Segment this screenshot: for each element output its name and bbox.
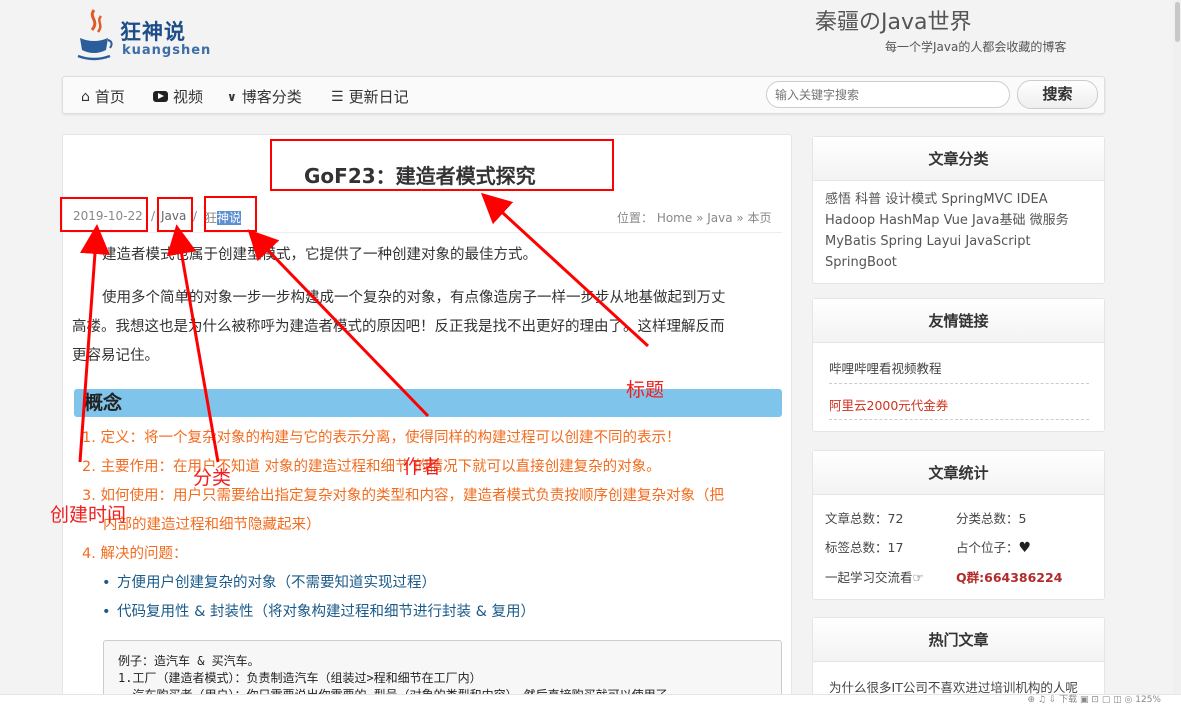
arrow-category <box>166 224 220 463</box>
arrow-date <box>78 224 110 463</box>
scrollbar-thumb[interactable] <box>1175 2 1180 42</box>
annotation-created-label: 创建时间 <box>50 504 127 526</box>
arrow-author <box>247 229 430 418</box>
status-bar: ⊕ ♫ ⇩ 下载 ▣ ⊡ ▢ ◫ ◎ 125% <box>0 694 1181 706</box>
scrollbar[interactable] <box>1173 0 1181 694</box>
annotation-arrows <box>78 192 650 463</box>
arrow-title <box>480 192 650 348</box>
annotation-category-label: 分类 <box>193 467 232 489</box>
annotation-title-label: 标题 <box>626 379 665 401</box>
annotation-author-label: 作者 <box>403 456 442 478</box>
